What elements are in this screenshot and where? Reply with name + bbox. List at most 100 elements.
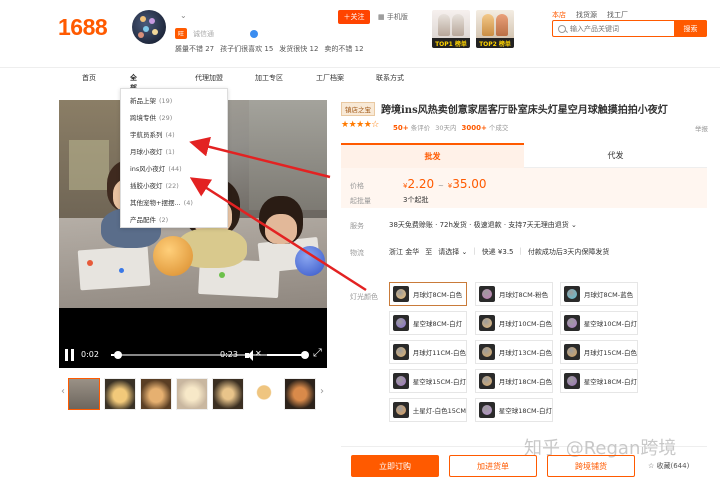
category-dropdown: 新品上架 (19) 跨境专供 (29) 宇航员系列 (4) 月球小夜灯 (1) ins风… (120, 88, 228, 228)
variant-swatch (479, 315, 495, 331)
nav-processing[interactable]: 加工专区 (255, 73, 283, 83)
ship-from: 浙江 金华 (389, 248, 420, 256)
search-icon (558, 24, 566, 33)
favorite-button[interactable]: ☆ 收藏(644) (648, 461, 689, 471)
variant-label: 月球灯8CM-白色 (413, 291, 463, 299)
variant-swatch (393, 315, 409, 331)
variant-option[interactable]: 月球灯18CM-白色 (475, 369, 553, 393)
qr-icon: ▦ (378, 13, 387, 21)
variant-swatch (564, 286, 580, 302)
nav-divider (0, 67, 720, 68)
variant-option[interactable]: 月球灯10CM-白色 (475, 311, 553, 335)
price-label: 价格 (350, 182, 364, 190)
tab-wholesale[interactable]: 批发 (341, 143, 524, 168)
shop-nav: 首页 全部商品 ⌄ 代理加盟 加工专区 工厂档案 联系方式 (82, 73, 404, 112)
variant-label: 月球灯8CM-粉色 (499, 291, 549, 299)
sales-period: 30天内 (435, 124, 457, 132)
video-controls: 0:02 0:23 ✕ (59, 344, 327, 368)
variant-swatch (479, 344, 495, 360)
variant-option[interactable]: 土星灯-白色15CM (389, 398, 467, 422)
verified-icon (250, 29, 259, 38)
volume-slider[interactable] (267, 354, 304, 356)
dropdown-item[interactable]: 插胶小夜灯 (22) (130, 180, 179, 190)
thumbnail[interactable] (104, 378, 136, 410)
search-input[interactable] (570, 24, 670, 33)
plus-icon: ＋ (343, 13, 351, 21)
variant-label: 星空球18CM-白灯 (583, 378, 637, 386)
variant-option[interactable]: 星空球15CM-白灯 (389, 369, 467, 393)
purchase-tabs: 批发 代发 (341, 143, 707, 168)
promo-banner-2[interactable]: TOP2 榜单 (476, 10, 514, 48)
variant-swatch (564, 344, 580, 360)
dropdown-item[interactable]: 其他宠物+摆摆... (4) (130, 197, 193, 207)
link-this-shop[interactable]: 本店 (552, 10, 566, 20)
variant-swatch (479, 373, 495, 389)
variant-option[interactable]: 月球灯13CM-白色 (475, 340, 553, 364)
variant-label: 灯光颜色 (350, 293, 378, 301)
mobile-version-link[interactable]: ▦ 手机版 (378, 12, 408, 22)
nav-factory[interactable]: 工厂档案 (316, 73, 344, 83)
service-list[interactable]: 38天免费赊账 · 72h发货 · 极速退款 · 支持7天无理由退货 ⌄ (389, 220, 577, 230)
volume-handle[interactable] (301, 351, 309, 359)
variant-label: 月球灯8CM-蓝色 (584, 291, 634, 299)
link-find-factory[interactable]: 找工厂 (607, 10, 628, 20)
follow-button[interactable]: ＋关注 (338, 10, 370, 24)
variant-label: 星空球10CM-白灯 (583, 320, 637, 328)
buy-now-button[interactable]: 立即订购 (351, 455, 439, 477)
report-link[interactable]: 举报 (695, 123, 708, 133)
ship-guarantee: 付款成功后3天内保障发货 (527, 248, 610, 256)
promo-label: TOP1 榜单 (432, 38, 470, 48)
search-button[interactable]: 搜索 (674, 20, 707, 37)
thumbnail[interactable] (140, 378, 172, 410)
rating-tag: 孩子们很喜欢 15 (220, 45, 274, 53)
variant-label: 月球灯13CM-白色 (498, 349, 552, 357)
video-duration: 0:23 (220, 350, 238, 359)
variant-option[interactable]: 月球灯8CM-白色 (389, 282, 467, 306)
nav-contact[interactable]: 联系方式 (376, 73, 404, 83)
dropdown-item[interactable]: 跨境专供 (29) (130, 112, 172, 122)
thumbnail[interactable] (284, 378, 316, 410)
thumbnail[interactable] (176, 378, 208, 410)
thumbnail[interactable] (212, 378, 244, 410)
variant-option[interactable]: 月球灯15CM-白色 (560, 340, 638, 364)
thumbnail[interactable] (68, 378, 100, 410)
nav-home[interactable]: 首页 (82, 73, 96, 83)
thumb-next-icon[interactable]: › (320, 386, 324, 397)
video-progress-handle[interactable] (114, 351, 123, 359)
dropdown-item[interactable]: ins风小夜灯 (44) (130, 163, 182, 173)
ratings-label: 评价 (175, 45, 189, 53)
fullscreen-icon[interactable] (313, 346, 325, 360)
dropdown-item[interactable]: 新品上架 (19) (130, 95, 172, 105)
ship-to-select[interactable]: 请选择 ⌄ (438, 247, 467, 257)
cross-border-button[interactable]: 跨境铺货 (547, 455, 635, 477)
thumb-prev-icon[interactable]: ‹ (61, 386, 65, 397)
variant-option[interactable]: 星空球10CM-白灯 (560, 311, 638, 335)
pause-icon[interactable] (65, 349, 74, 361)
variant-option[interactable]: 月球灯8CM-蓝色 (560, 282, 638, 306)
tab-dropship[interactable]: 代发 (524, 143, 707, 168)
thumbnail[interactable] (248, 378, 280, 410)
site-logo[interactable]: 1688 (58, 14, 108, 41)
dropdown-item[interactable]: 产品配件 (2) (130, 214, 168, 224)
shop-avatar[interactable] (132, 10, 166, 44)
variant-option[interactable]: 月球灯8CM-粉色 (475, 282, 553, 306)
rating-stars: ★★★★☆ (341, 120, 379, 130)
variant-label: 月球灯10CM-白色 (498, 320, 552, 328)
variant-swatch (393, 373, 409, 389)
dropdown-item[interactable]: 月球小夜灯 (1) (130, 146, 175, 156)
add-to-cart-button[interactable]: 加进货单 (449, 455, 537, 477)
variant-swatch (479, 402, 495, 418)
top-links: 本店 找货源 找工厂 (552, 10, 628, 20)
variant-option[interactable]: 月球灯11CM-白色 (389, 340, 467, 364)
link-find-supply[interactable]: 找货源 (576, 10, 597, 20)
variant-label: 星空球18CM-白灯 (498, 407, 552, 415)
shop-chevron-down-icon[interactable]: ⌄ (180, 11, 187, 20)
dropdown-item[interactable]: 宇航员系列 (4) (130, 129, 175, 139)
variant-option[interactable]: 星空球18CM-白灯 (560, 369, 638, 393)
promo-banner-1[interactable]: TOP1 榜单 (432, 10, 470, 48)
variant-swatch (479, 286, 495, 302)
nav-agency[interactable]: 代理加盟 (195, 73, 223, 83)
price-range: ¥2.20 ~ ¥35.00 (403, 177, 487, 191)
variant-option[interactable]: 星空球8CM-白灯 (389, 311, 467, 335)
variant-option[interactable]: 星空球18CM-白灯 (475, 398, 553, 422)
